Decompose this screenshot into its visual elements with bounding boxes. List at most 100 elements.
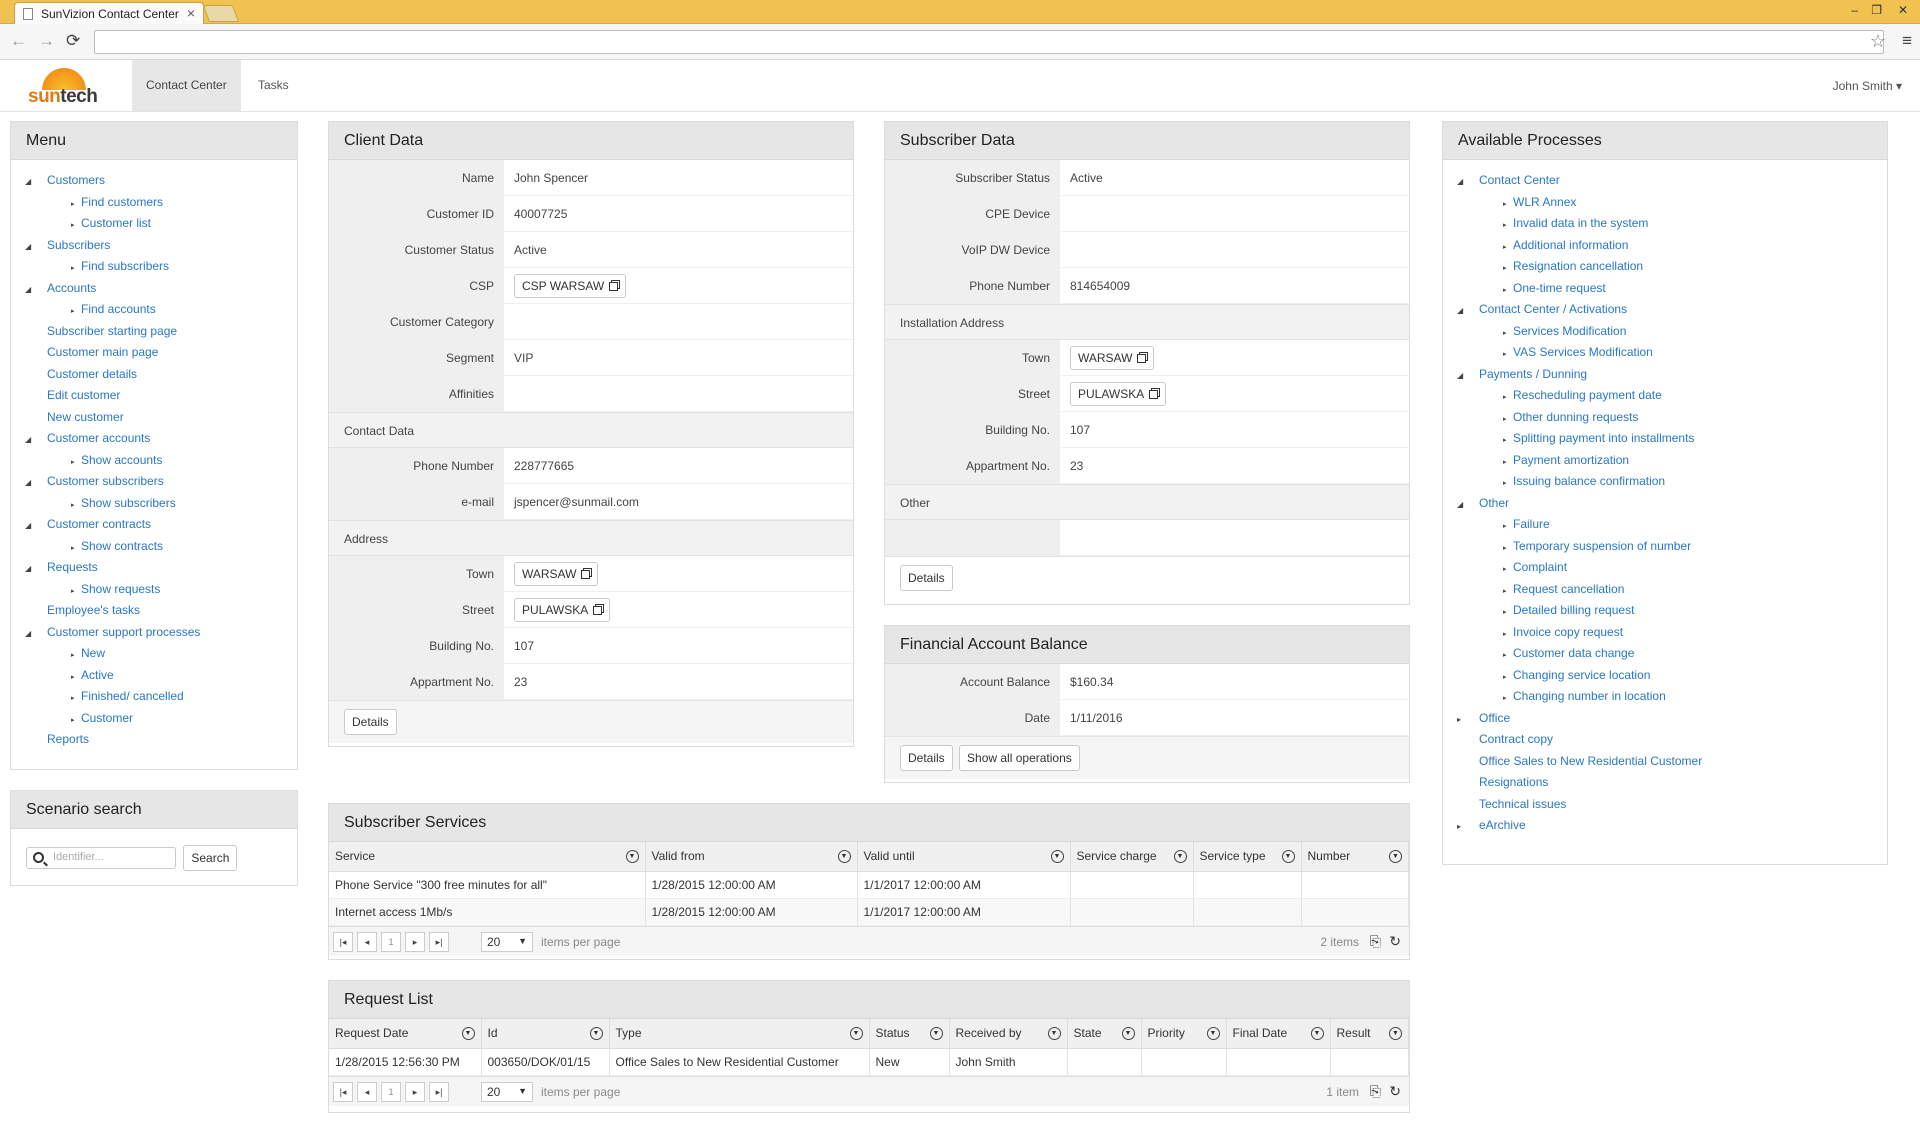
tree-item[interactable]: ▸ Temporary suspension of number xyxy=(1457,536,1887,558)
tree-link[interactable]: Show contracts xyxy=(81,539,163,553)
tree-link[interactable]: Subscriber starting page xyxy=(47,324,177,338)
tab-tasks[interactable]: Tasks xyxy=(244,60,303,111)
tree-link[interactable]: Show subscribers xyxy=(81,496,176,510)
tree-item[interactable]: ▸ Customer xyxy=(25,708,297,730)
tree-item[interactable]: ▸ Changing number in location xyxy=(1457,686,1887,708)
tab-contact-center[interactable]: Contact Center xyxy=(132,60,241,111)
column-header[interactable]: Valid from ▼ xyxy=(645,842,858,872)
tree-link[interactable]: Contact Center xyxy=(1479,173,1560,187)
export-icon[interactable]: ⎘ xyxy=(1370,933,1381,950)
close-tab-icon[interactable]: × xyxy=(187,5,195,21)
tree-link[interactable]: Show accounts xyxy=(81,453,162,467)
tree-link[interactable]: Other dunning requests xyxy=(1513,410,1638,424)
tree-item[interactable]: Reports xyxy=(25,729,297,751)
link-chip[interactable]: WARSAW xyxy=(1070,346,1155,370)
column-header[interactable]: Priority ▼ xyxy=(1141,1019,1227,1049)
filter-icon[interactable]: ▼ xyxy=(929,1027,943,1040)
first-page-icon[interactable]: |◂ xyxy=(333,1081,353,1102)
tree-link[interactable]: Office xyxy=(1479,711,1510,725)
tree-item[interactable]: ▸ Invalid data in the system xyxy=(1457,213,1887,235)
tree-link[interactable]: Customer xyxy=(81,711,133,725)
tree-link[interactable]: WLR Annex xyxy=(1513,195,1576,209)
tree-link[interactable]: Customers xyxy=(47,173,105,187)
tree-link[interactable]: Customer main page xyxy=(47,345,158,359)
filter-icon[interactable]: ▼ xyxy=(1173,850,1187,863)
tree-item[interactable]: ▸ Find customers xyxy=(25,192,297,214)
tree-item[interactable]: ◢ Payments / Dunning xyxy=(1457,364,1887,386)
tree-link[interactable]: Edit customer xyxy=(47,388,120,402)
tree-item[interactable]: ◢ Customer support processes xyxy=(25,622,297,644)
tree-link[interactable]: Additional information xyxy=(1513,238,1628,252)
tree-link[interactable]: Splitting payment into installments xyxy=(1513,431,1694,445)
show-all-operations-button[interactable]: Show all operations xyxy=(959,745,1080,771)
tree-link[interactable]: Customer contracts xyxy=(47,517,151,531)
tree-item[interactable]: ▸ Show subscribers xyxy=(25,493,297,515)
tree-item[interactable]: ▸ Changing service location xyxy=(1457,665,1887,687)
tree-link[interactable]: Complaint xyxy=(1513,560,1567,574)
close-window-icon[interactable]: ✕ xyxy=(1898,3,1908,17)
filter-icon[interactable]: ▼ xyxy=(625,850,639,863)
tree-item[interactable]: ▸ Detailed billing request xyxy=(1457,600,1887,622)
tree-link[interactable]: Show requests xyxy=(81,582,160,596)
tree-item[interactable]: ▸ Show contracts xyxy=(25,536,297,558)
column-header[interactable]: Received by ▼ xyxy=(949,1019,1068,1049)
reload-icon[interactable]: ⟳ xyxy=(66,31,80,51)
tree-link[interactable]: Requests xyxy=(47,560,98,574)
tree-link[interactable]: New xyxy=(81,646,105,660)
tree-link[interactable]: Reports xyxy=(47,732,89,746)
tree-item[interactable]: ▸ Active xyxy=(25,665,297,687)
column-header[interactable]: Service charge ▼ xyxy=(1070,842,1194,872)
filter-icon[interactable]: ▼ xyxy=(1389,850,1402,863)
tree-link[interactable]: Customer accounts xyxy=(47,431,150,445)
browser-menu-icon[interactable]: ≡ xyxy=(1902,31,1912,51)
filter-icon[interactable]: ▼ xyxy=(589,1027,603,1040)
tree-link[interactable]: eArchive xyxy=(1479,818,1526,832)
filter-icon[interactable]: ▼ xyxy=(837,850,851,863)
tree-link[interactable]: Invoice copy request xyxy=(1513,625,1623,639)
tree-link[interactable]: Employee's tasks xyxy=(47,603,140,617)
tree-link[interactable]: Issuing balance confirmation xyxy=(1513,474,1665,488)
forward-icon[interactable]: → xyxy=(38,31,55,51)
filter-icon[interactable]: ▼ xyxy=(461,1027,475,1040)
link-chip[interactable]: PULAWSKA xyxy=(514,598,611,622)
back-icon[interactable]: ← xyxy=(10,31,27,51)
tree-item[interactable]: ◢ Contact Center / Activations xyxy=(1457,299,1887,321)
tree-link[interactable]: Find customers xyxy=(81,195,163,209)
prev-page-icon[interactable]: ◂ xyxy=(357,931,377,952)
export-icon[interactable]: ⎘ xyxy=(1370,1083,1381,1100)
tree-link[interactable]: Payments / Dunning xyxy=(1479,367,1587,381)
tree-link[interactable]: Other xyxy=(1479,496,1509,510)
tree-item[interactable]: ▸ Failure xyxy=(1457,514,1887,536)
minimize-icon[interactable]: – xyxy=(1851,3,1858,17)
tree-link[interactable]: Find subscribers xyxy=(81,259,169,273)
first-page-icon[interactable]: |◂ xyxy=(333,931,353,952)
tree-link[interactable]: Services Modification xyxy=(1513,324,1626,338)
column-header[interactable]: Service ▼ xyxy=(329,842,646,872)
client-details-button[interactable]: Details xyxy=(344,709,397,735)
tree-link[interactable]: Subscribers xyxy=(47,238,110,252)
identifier-input[interactable]: Identifier... xyxy=(26,847,176,869)
tree-item[interactable]: ▸ WLR Annex xyxy=(1457,192,1887,214)
last-page-icon[interactable]: ▸| xyxy=(429,1081,449,1102)
filter-icon[interactable]: ▼ xyxy=(849,1027,863,1040)
subscriber-details-button[interactable]: Details xyxy=(900,565,953,591)
user-menu[interactable]: John Smith ▾ xyxy=(1833,79,1902,93)
link-chip[interactable]: CSP WARSAW xyxy=(514,274,627,298)
suntech-logo[interactable]: suntech xyxy=(28,66,108,110)
refresh-icon[interactable]: ↻ xyxy=(1389,933,1401,950)
tree-item[interactable]: ▸ Invoice copy request xyxy=(1457,622,1887,644)
tree-link[interactable]: Active xyxy=(81,668,114,682)
column-header[interactable]: Type ▼ xyxy=(609,1019,870,1049)
column-header[interactable]: Id ▼ xyxy=(481,1019,610,1049)
next-page-icon[interactable]: ▸ xyxy=(405,931,425,952)
tree-item[interactable]: ◢ Customer accounts xyxy=(25,428,297,450)
tree-item[interactable]: Subscriber starting page xyxy=(25,321,297,343)
tree-link[interactable]: Detailed billing request xyxy=(1513,603,1634,617)
table-row[interactable]: Internet access 1Mb/s 1/28/2015 12:00:00 … xyxy=(329,898,1409,926)
tree-link[interactable]: Invalid data in the system xyxy=(1513,216,1648,230)
tree-item[interactable]: New customer xyxy=(25,407,297,429)
tree-item[interactable]: ▸ One-time request xyxy=(1457,278,1887,300)
tree-item[interactable]: ▸ Finished/ cancelled xyxy=(25,686,297,708)
tree-item[interactable]: ▸ Find accounts xyxy=(25,299,297,321)
tree-item[interactable]: Customer main page xyxy=(25,342,297,364)
